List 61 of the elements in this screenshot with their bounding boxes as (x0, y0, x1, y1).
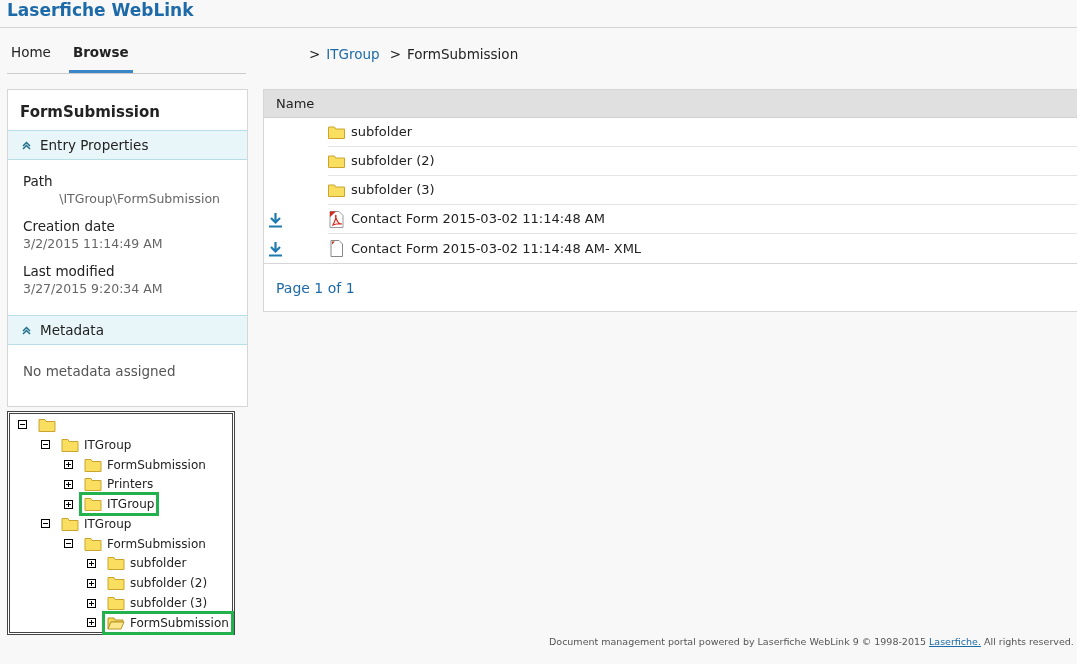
property-label: Creation date (23, 217, 116, 235)
folder-icon (107, 576, 125, 591)
collapse-toggle[interactable] (41, 440, 50, 450)
app-title: Laserfiche WebLink (7, 0, 194, 21)
page-indicator: Page 1 of 1 (276, 279, 355, 298)
file-name[interactable]: subfolder (2) (351, 151, 435, 171)
tree-item[interactable]: FormSubmission (102, 610, 234, 635)
file-name[interactable]: subfolder (3) (351, 180, 435, 200)
nav-tab[interactable]: Browse (68, 41, 133, 73)
folder-icon (107, 596, 125, 611)
expand-toggle[interactable] (64, 499, 73, 509)
breadcrumb-separator: > (309, 44, 321, 64)
folder-icon (84, 497, 102, 512)
section-title: Entry Properties (40, 135, 149, 155)
breadcrumb-current: FormSubmission (406, 44, 519, 64)
section-header[interactable]: Metadata (8, 315, 247, 345)
folder-icon (84, 477, 102, 492)
property-label: Path (23, 172, 54, 190)
open-folder-icon (107, 615, 125, 630)
pdf-file-icon (329, 210, 344, 228)
folder-icon (38, 417, 56, 432)
collapse-icon (22, 325, 31, 335)
property-value: 3/27/2015 9:20:34 AM (23, 280, 164, 297)
file-icon (330, 240, 343, 257)
folder-icon (328, 183, 345, 197)
tree-item[interactable]: ITGroup (79, 492, 160, 517)
footer-link[interactable]: Laserfiche. (929, 636, 981, 647)
folder-icon (328, 125, 345, 139)
collapse-icon (22, 140, 31, 150)
property-value: 3/2/2015 11:14:49 AM (23, 235, 164, 252)
collapse-toggle[interactable] (64, 539, 73, 549)
collapse-toggle[interactable] (18, 420, 27, 430)
entry-title: FormSubmission (19, 102, 161, 123)
column-header[interactable]: Name (276, 93, 315, 114)
folder-icon (61, 516, 79, 531)
file-name[interactable]: Contact Form 2015-03-02 11:14:48 AM- XML (351, 238, 642, 259)
expand-toggle[interactable] (64, 460, 73, 469)
folder-icon (61, 437, 79, 452)
property-label: Last modified (23, 262, 116, 280)
breadcrumb-separator: > (389, 44, 401, 64)
section-header[interactable]: Entry Properties (8, 130, 247, 160)
collapse-toggle[interactable] (41, 519, 50, 529)
expand-toggle[interactable] (87, 598, 96, 608)
breadcrumb-link[interactable]: ITGroup (326, 43, 380, 65)
expand-toggle[interactable] (87, 578, 96, 588)
download-icon[interactable] (268, 211, 283, 228)
property-value: \ITGroup\FormSubmission (58, 190, 221, 207)
folder-icon (84, 457, 102, 472)
empty-message: No metadata assigned (23, 362, 177, 381)
folder-icon (328, 154, 345, 168)
footer-text: Document management portal powered by Laserfiche WebLink 9 © 1998-2015 Laserfiche. All rights reserved. (549, 635, 1074, 649)
folder-icon (84, 536, 102, 551)
file-name[interactable]: subfolder (351, 122, 412, 142)
expand-toggle[interactable] (87, 618, 96, 628)
section-title: Metadata (40, 320, 104, 340)
expand-toggle[interactable] (87, 558, 96, 568)
download-icon[interactable] (268, 240, 283, 257)
folder-icon (107, 556, 125, 571)
nav-tab[interactable]: Home (7, 41, 55, 73)
file-name[interactable]: Contact Form 2015-03-02 11:14:48 AM (351, 209, 605, 229)
expand-toggle[interactable] (64, 479, 73, 489)
